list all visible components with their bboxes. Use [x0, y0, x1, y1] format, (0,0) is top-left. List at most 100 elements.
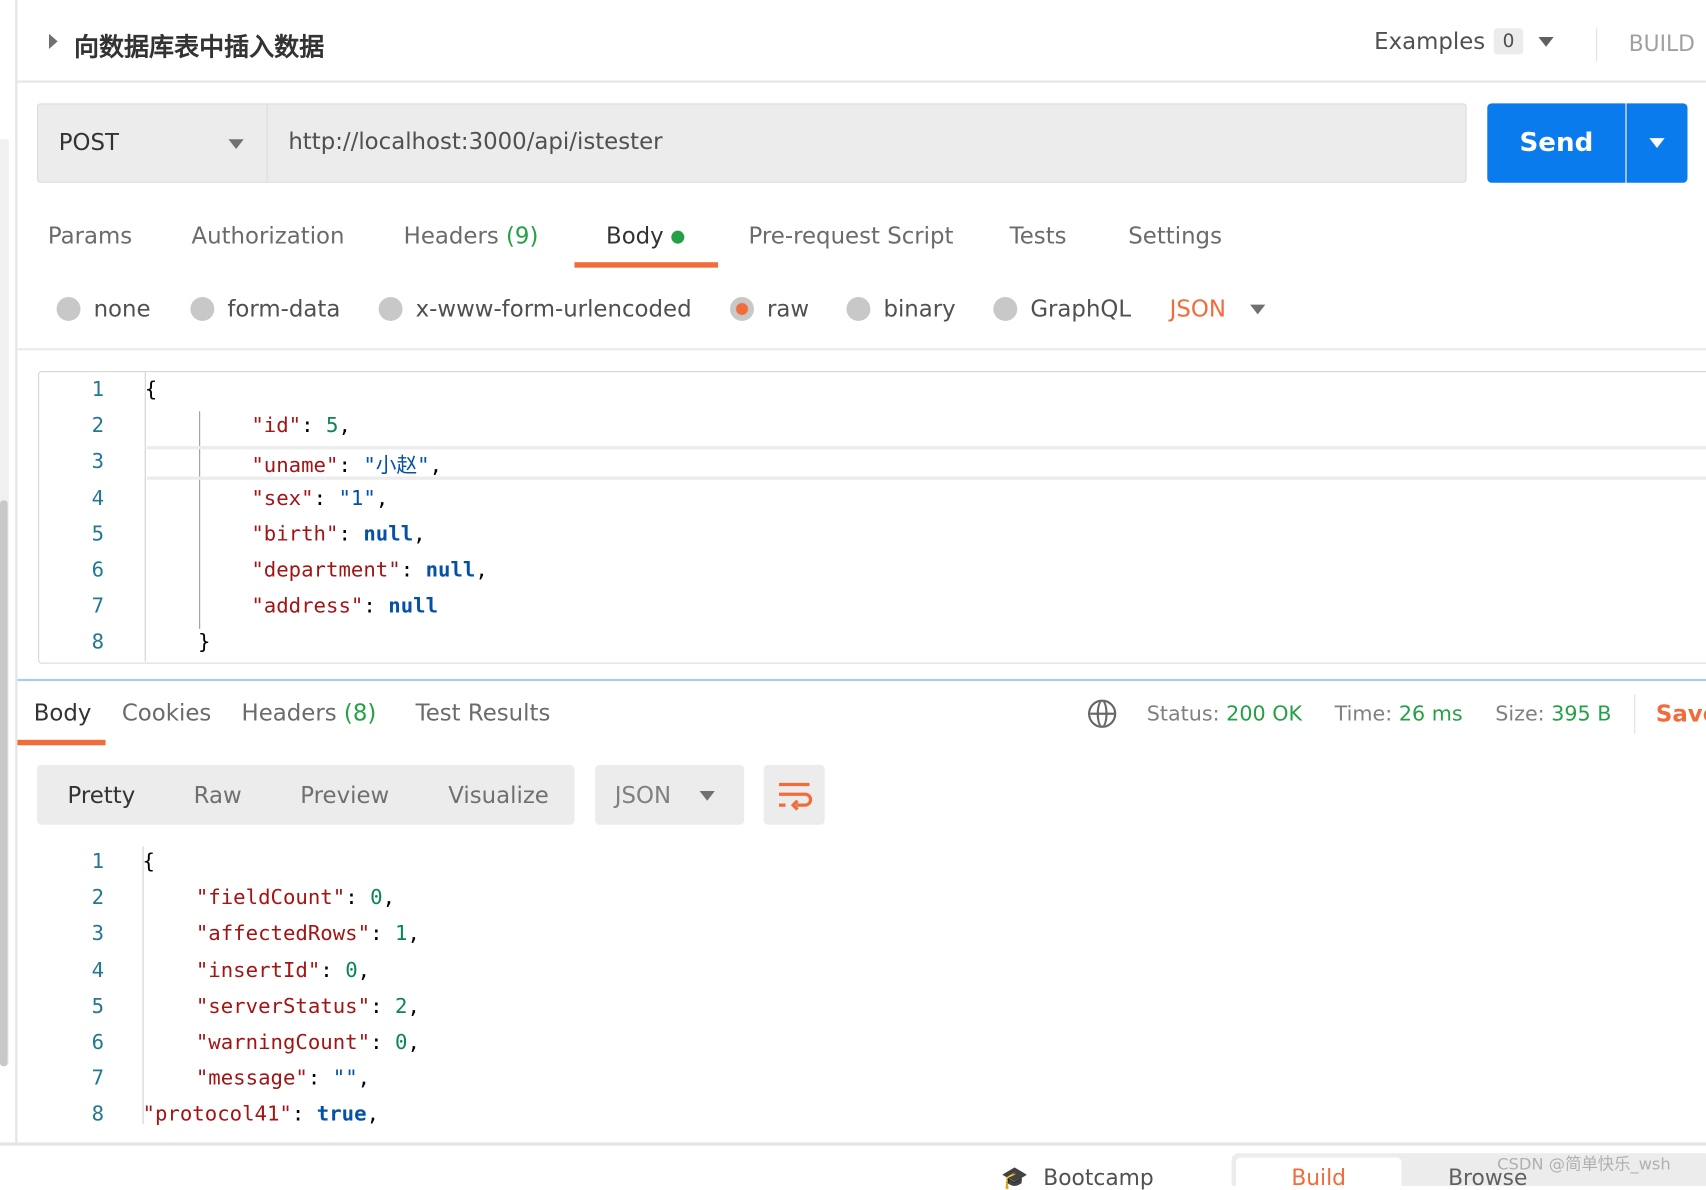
- line-number: 3: [91, 921, 105, 946]
- radio-icon: [993, 297, 1018, 321]
- bootcamp-button[interactable]: 🎓 Bootcamp: [1001, 1164, 1154, 1190]
- radio-label: none: [93, 295, 151, 323]
- radio-icon: [378, 297, 403, 321]
- response-tab-body[interactable]: Body: [34, 700, 92, 726]
- line-number: 5: [91, 994, 105, 1019]
- code-token: {: [144, 377, 158, 402]
- size-label: Size:: [1495, 701, 1545, 726]
- examples-count: 0: [1493, 28, 1524, 55]
- tab-body[interactable]: Body: [606, 223, 685, 250]
- code-token: :: [400, 558, 426, 583]
- body-format-select[interactable]: JSON: [1169, 295, 1266, 323]
- tab-label: Headers: [241, 699, 337, 726]
- tab-label: Body: [606, 223, 664, 250]
- response-format-select[interactable]: JSON: [595, 764, 745, 825]
- code-line: {: [145, 378, 157, 402]
- code-line: "serverStatus": 2,: [196, 994, 420, 1018]
- line-number: 1: [91, 377, 105, 402]
- code-token: ,: [366, 1102, 380, 1127]
- code-token: "insertId": [195, 958, 321, 983]
- code-token: ,: [429, 454, 443, 479]
- line-number: 5: [91, 522, 105, 546]
- code-token: ,: [413, 522, 426, 546]
- active-dot-icon: [670, 230, 685, 244]
- code-token: :: [307, 1066, 333, 1091]
- code-line: "message": "",: [196, 1066, 370, 1090]
- code-token: 0: [370, 885, 383, 910]
- code-line: "fieldCount": 0,: [196, 886, 395, 910]
- code-token: "address": [251, 594, 364, 619]
- expand-icon[interactable]: [48, 33, 58, 49]
- response-tab-cookies[interactable]: Cookies: [122, 700, 211, 726]
- radio-raw[interactable]: raw: [730, 296, 809, 322]
- wrap-lines-button[interactable]: [763, 764, 825, 825]
- tab-tests[interactable]: Tests: [1010, 223, 1067, 249]
- view-preview[interactable]: Preview: [300, 782, 389, 808]
- radio-binary[interactable]: binary: [846, 296, 956, 322]
- scrollbar[interactable]: [0, 500, 8, 1067]
- code-token: :: [338, 454, 364, 479]
- wrap-icon: [779, 782, 813, 811]
- build-label[interactable]: BUILD: [1629, 30, 1695, 56]
- radio-icon: [56, 297, 81, 321]
- tab-headers[interactable]: Headers (9): [404, 223, 539, 249]
- line-number: 6: [91, 1030, 105, 1055]
- code-line: "birth": null,: [251, 522, 425, 546]
- status-label: Status:: [1146, 701, 1220, 726]
- line-number: 8: [91, 1102, 105, 1127]
- format-value: JSON: [1169, 295, 1226, 323]
- code-token: :: [301, 413, 327, 438]
- line-number: 2: [91, 413, 105, 438]
- chevron-down-icon: [1649, 138, 1665, 148]
- code-line: }: [198, 630, 210, 654]
- code-token: "fieldCount": [195, 885, 346, 910]
- active-tab-indicator: [17, 739, 106, 746]
- line-number: 2: [91, 885, 105, 910]
- view-visualize[interactable]: Visualize: [448, 782, 549, 808]
- response-tab-test-results[interactable]: Test Results: [416, 700, 551, 726]
- examples-button[interactable]: Examples 0: [1374, 28, 1554, 55]
- line-number: 7: [91, 594, 105, 619]
- code-line: {: [143, 850, 155, 874]
- code-token: null: [388, 594, 439, 619]
- headers-count: (9): [506, 223, 539, 250]
- build-mode-button[interactable]: Build: [1235, 1157, 1402, 1190]
- status: Status: 200 OK: [1147, 702, 1302, 726]
- tab-authorization[interactable]: Authorization: [191, 223, 344, 249]
- radio-graphql[interactable]: GraphQL: [993, 296, 1131, 322]
- method-select[interactable]: POST: [37, 103, 268, 183]
- code-token: "message": [195, 1066, 308, 1091]
- code-token: :: [363, 594, 389, 619]
- globe-icon[interactable]: [1088, 699, 1117, 728]
- chevron-down-icon: [228, 139, 244, 150]
- tab-label: Headers: [403, 223, 499, 250]
- radio-urlencoded[interactable]: x-www-form-urlencoded: [378, 296, 692, 322]
- code-token: "serverStatus": [195, 994, 371, 1019]
- chevron-down-icon: [1249, 304, 1266, 314]
- save-response-button[interactable]: Save: [1656, 701, 1706, 727]
- send-options-button[interactable]: [1626, 103, 1688, 183]
- tab-pre-request-script[interactable]: Pre-request Script: [749, 223, 954, 249]
- code-line: "address": null: [251, 594, 438, 618]
- response-tab-headers[interactable]: Headers (8): [242, 700, 377, 726]
- watermark: CSDN @简单快乐_wsh: [1497, 1154, 1671, 1174]
- code-token: "sex": [251, 485, 314, 510]
- tab-settings[interactable]: Settings: [1128, 223, 1222, 249]
- code-line: "affectedRows": 1,: [196, 922, 420, 946]
- radio-form-data[interactable]: form-data: [190, 296, 340, 322]
- line-number: 7: [91, 1066, 105, 1091]
- code-token: :: [338, 522, 364, 546]
- tab-params[interactable]: Params: [48, 223, 132, 249]
- view-raw[interactable]: Raw: [194, 782, 242, 808]
- url-input[interactable]: http://localhost:3000/api/istester: [288, 128, 662, 154]
- radio-icon: [846, 297, 871, 321]
- request-title[interactable]: 向数据库表中插入数据: [74, 26, 324, 63]
- code-token: "id": [251, 413, 302, 438]
- radio-none[interactable]: none: [56, 295, 151, 323]
- code-token: 5: [326, 413, 339, 438]
- code-line: "insertId": 0,: [196, 958, 370, 982]
- view-pretty[interactable]: Pretty: [67, 782, 135, 808]
- send-button[interactable]: Send: [1487, 103, 1626, 183]
- code-token: ,: [357, 958, 371, 983]
- code-token: ,: [407, 1030, 420, 1055]
